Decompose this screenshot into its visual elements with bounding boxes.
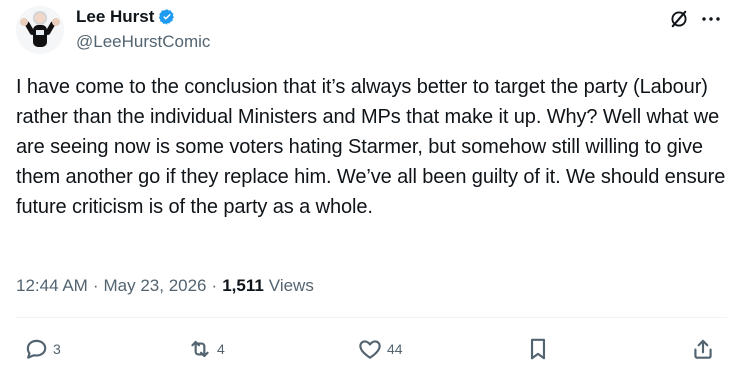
grok-icon[interactable] <box>668 8 690 30</box>
actions-divider <box>16 317 727 318</box>
tweet-actions: 3 4 44 <box>0 333 743 365</box>
like-count: 44 <box>387 341 403 357</box>
share-icon <box>690 336 716 362</box>
repost-icon <box>187 336 213 362</box>
avatar[interactable] <box>16 6 64 54</box>
repost-button[interactable]: 4 <box>187 333 225 365</box>
tweet-card: Lee Hurst @LeeHurstComic I have come to … <box>0 0 743 377</box>
share-button[interactable] <box>690 333 716 365</box>
meta-separator: · <box>211 276 218 295</box>
author-block: Lee Hurst @LeeHurstComic <box>76 7 210 52</box>
reply-icon <box>23 336 49 362</box>
tweet-meta: 12:44 AM · May 23, 2026 · 1,511 Views <box>16 274 314 298</box>
tweet-time[interactable]: 12:44 AM <box>16 276 88 296</box>
like-button[interactable]: 44 <box>357 333 403 365</box>
more-icon[interactable] <box>698 8 724 30</box>
meta-separator: · <box>92 276 99 295</box>
bookmark-button[interactable] <box>525 333 551 365</box>
views-label: Views <box>268 276 314 295</box>
repost-count: 4 <box>217 341 225 357</box>
reply-button[interactable]: 3 <box>23 333 61 365</box>
tweet-date[interactable]: May 23, 2026 <box>104 276 207 296</box>
author-display-name[interactable]: Lee Hurst <box>76 7 154 27</box>
heart-icon <box>357 336 383 362</box>
verified-badge-icon <box>158 8 176 26</box>
author-handle[interactable]: @LeeHurstComic <box>76 32 210 52</box>
views-count: 1,511 <box>222 276 264 295</box>
bookmark-icon <box>525 336 551 362</box>
reply-count: 3 <box>53 341 61 357</box>
author-name-row: Lee Hurst <box>76 7 210 27</box>
tweet-text: I have come to the conclusion that it’s … <box>16 76 726 218</box>
